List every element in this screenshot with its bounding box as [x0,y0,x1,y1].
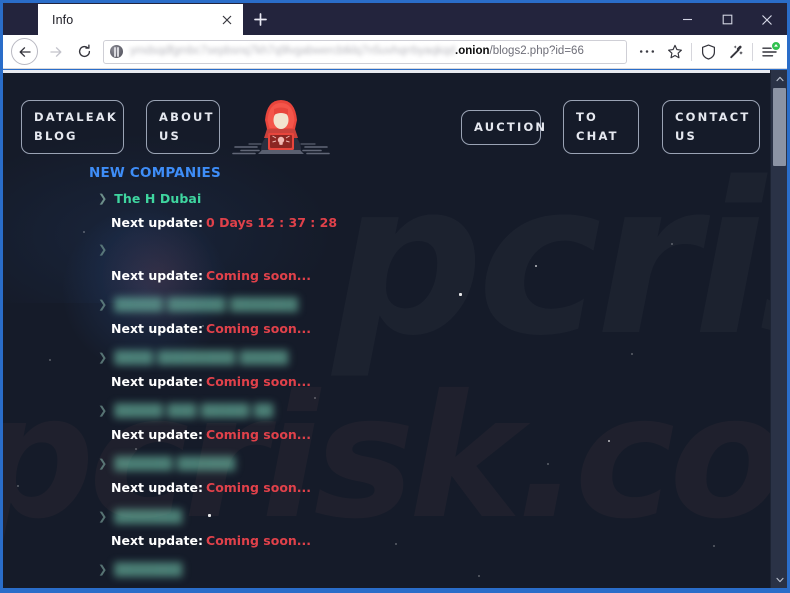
back-arrow-icon[interactable] [11,38,38,65]
company-link[interactable]: ❯ The H Dubai [98,191,201,206]
list-item: ❯ ███████ Next update: Coming soon... [3,509,770,562]
page-actions-ellipsis-icon[interactable] [633,38,661,66]
company-name: ████ ████████ █████ [114,350,289,365]
next-update-row: Next update: 0 Days 12 : 37 : 28 [111,215,337,230]
update-badge-icon [771,40,781,51]
reload-icon[interactable] [70,37,99,66]
toolbar-separator [691,42,692,61]
app-menu-icon[interactable] [755,38,783,66]
company-name: ███████ [114,509,183,524]
page-viewport: pcrisk.com pcrisk.com [3,70,787,588]
chevron-right-icon: ❯ [98,510,108,523]
new-tab-button[interactable] [243,4,277,35]
nav-link-contact-us[interactable]: CONTACT US [662,100,760,154]
next-update-label: Next update: [111,427,204,442]
close-icon[interactable] [747,4,787,35]
next-update-row: Next update: Coming soon... [111,268,311,283]
close-icon[interactable] [217,10,237,30]
next-update-label: Next update: [111,215,204,230]
window-controls [667,4,787,35]
next-update-row: Next update: Coming soon... [111,374,311,389]
tor-onion-icon[interactable] [110,45,123,58]
company-name: █████ ██████ ███████ [114,297,298,312]
next-update-label: Next update: [111,480,204,495]
tab-title: Info [52,12,74,27]
tabstrip-left-pad [3,3,38,35]
maximize-icon[interactable] [707,4,747,35]
company-link[interactable]: ❯ [98,244,114,256]
company-link[interactable]: ❯ ███████ [98,562,182,577]
list-item: ❯ █████ ███ █████ ██ Next update: Coming … [3,403,770,456]
next-update-label: Next update: [111,374,204,389]
chevron-right-icon: ❯ [98,351,108,364]
scrollbar-thumb[interactable] [773,88,786,166]
company-link[interactable]: ❯ ██████ ██████ [98,456,235,471]
scroll-down-icon[interactable] [771,571,787,588]
next-update-label: Next update: [111,268,204,283]
chevron-right-icon: ❯ [98,192,108,205]
next-update-value: Coming soon... [206,480,312,495]
nav-link-dataleak-blog[interactable]: DATALEAK BLOG [21,100,124,154]
list-item: ❯ ██████ ██████ Next update: Coming soon.… [3,456,770,509]
company-name: ██████ ██████ [114,456,236,471]
forward-arrow-icon [41,37,70,66]
company-link[interactable]: ❯ ███████ [98,509,182,524]
company-name: █████ ███ █████ ██ [114,403,274,418]
hacker-logo-icon [231,95,331,157]
clear-browsing-wand-icon[interactable] [722,38,750,66]
web-page: pcrisk.com pcrisk.com [3,70,770,588]
scroll-up-icon[interactable] [771,70,787,87]
chevron-right-icon: ❯ [98,563,108,576]
next-update-label: Next update: [111,533,204,548]
next-update-value: Coming soon... [206,321,312,336]
nav-link-about-us[interactable]: ABOUT US [146,100,220,154]
next-update-row: Next update: Coming soon... [111,427,311,442]
next-update-value: Coming soon... [206,374,312,389]
next-update-value: 0 Days 12 : 37 : 28 [206,215,338,230]
chevron-right-icon: ❯ [98,457,108,470]
next-update-value: Coming soon... [206,533,312,548]
url-text: ymdsqdfgmbc7sepbsnq7kh7q9lvgabwercbtklq7… [130,44,584,58]
list-item: ❯ █████ ██████ ███████ Next update: Comin… [3,297,770,350]
url-host-blurred: ymdsqdfgmbc7sepbsnq7kh7q9lvgabwercbtklq7… [130,44,456,57]
next-update-value: Coming soon... [206,268,312,283]
company-link[interactable]: ❯ ████ ████████ █████ [98,350,288,365]
page-content: pcrisk.com pcrisk.com [3,73,770,588]
toolbar-separator [752,42,753,61]
next-update-label: Next update: [111,321,204,336]
next-update-row: Next update: Coming soon... [111,321,311,336]
company-name: The H Dubai [114,191,202,206]
company-name: ███████ [114,562,183,577]
list-item: ❯ Next update: Coming soon... [3,244,770,297]
company-list: ❯ The H Dubai Next update: 0 Days 12 : 37… [3,191,770,588]
section-title-new-companies: NEW COMPANIES [89,165,221,181]
site-navigation: DATALEAK BLOG ABOUT US AUCTION TO CHAT C… [3,83,770,155]
chevron-right-icon: ❯ [98,244,108,256]
list-item: ❯ The H Dubai Next update: 0 Days 12 : 37… [3,191,770,244]
bookmark-star-icon[interactable] [661,38,689,66]
list-item: ❯ ████ ████████ █████ Next update: Coming… [3,350,770,403]
next-update-value: Coming soon... [206,427,312,442]
nav-link-auction[interactable]: AUCTION [461,110,545,145]
list-item: ❯ ███████ [3,562,770,588]
shield-icon[interactable] [694,38,722,66]
url-tld: .onion [455,44,490,57]
tab-strip: Info [3,3,787,35]
next-update-row: Next update: Coming soon... [111,533,311,548]
company-link[interactable]: ❯ █████ ██████ ███████ [98,297,298,312]
nav-link-to-chat[interactable]: TO CHAT [563,100,639,154]
navigation-toolbar: ymdsqdfgmbc7sepbsnq7kh7q9lvgabwercbtklq7… [3,35,787,69]
browser-window: Info ymdsqdfgmbc7sepbsnq7kh7q9lvgabwercb… [0,0,790,593]
url-bar[interactable]: ymdsqdfgmbc7sepbsnq7kh7q9lvgabwercbtklq7… [103,39,627,64]
tabstrip-spacer [277,4,667,35]
chevron-right-icon: ❯ [98,298,108,311]
tab-info[interactable]: Info [38,4,243,35]
next-update-row: Next update: Coming soon... [111,480,311,495]
chevron-right-icon: ❯ [98,404,108,417]
minimize-icon[interactable] [667,4,707,35]
vertical-scrollbar[interactable] [770,70,787,588]
window-bottom-border [3,588,787,590]
company-link[interactable]: ❯ █████ ███ █████ ██ [98,403,273,418]
url-path: /blogs2.php?id=66 [489,44,584,57]
